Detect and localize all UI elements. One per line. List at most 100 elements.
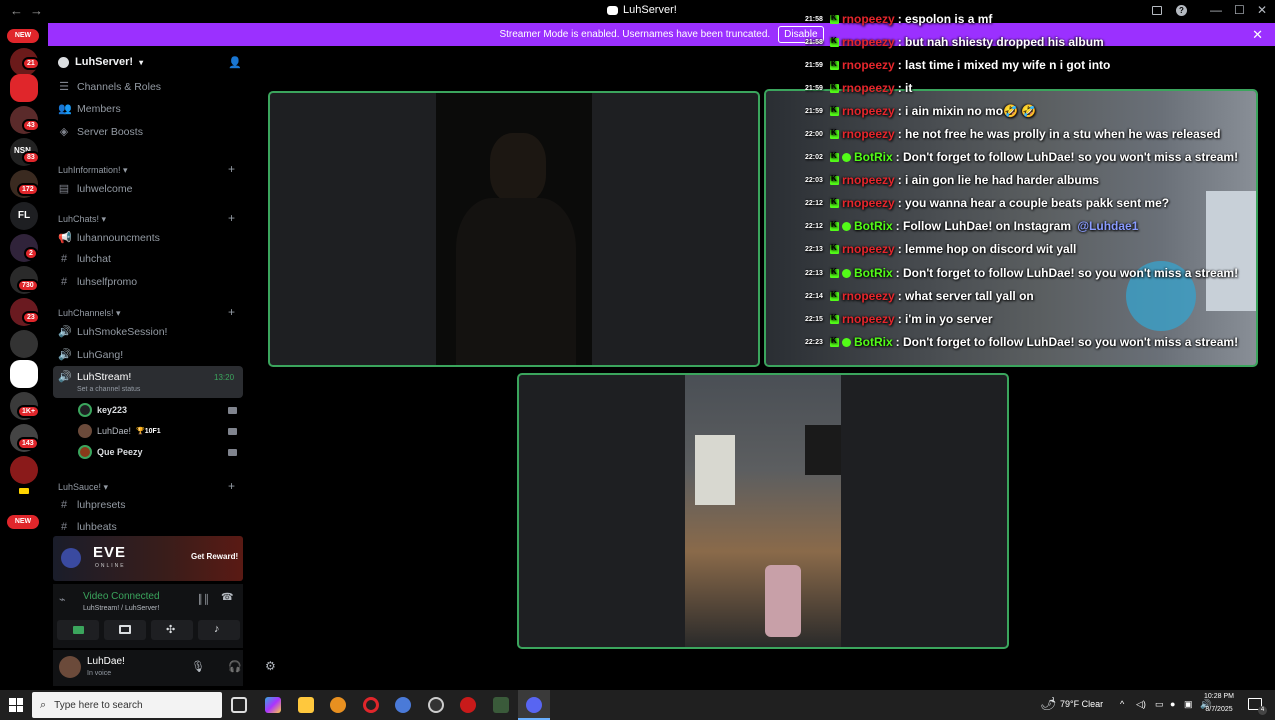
settings-gear-icon[interactable]: ⚙ bbox=[265, 659, 276, 673]
copilot-icon[interactable] bbox=[265, 697, 281, 713]
chat-username[interactable]: BotRix bbox=[854, 335, 893, 349]
chat-username[interactable]: rnopeezy bbox=[842, 289, 895, 303]
kick-badge-icon bbox=[830, 174, 839, 185]
activities-button[interactable]: ✣ bbox=[151, 620, 193, 640]
channel-item[interactable]: # luhpresets bbox=[58, 499, 126, 511]
voice-user[interactable]: Que Peezy bbox=[78, 445, 143, 459]
voice-channel-item[interactable]: 🔊 LuhSmokeSession! bbox=[58, 325, 167, 339]
connection-channel[interactable]: LuhStream! / LuhServer! bbox=[83, 605, 159, 612]
channels-roles-item[interactable]: ☰ Channels & Roles bbox=[58, 80, 161, 94]
screen-share-button[interactable] bbox=[104, 620, 146, 640]
camera-toggle-button[interactable] bbox=[57, 620, 99, 640]
weather-text[interactable]: 79°F Clear bbox=[1060, 699, 1103, 709]
category-name: LuhChannels! bbox=[58, 308, 114, 318]
clock-time[interactable]: 10:28 PM bbox=[1203, 693, 1235, 700]
chat-message: 22:00 rnopeezy: he not free he was prolly… bbox=[805, 127, 1220, 141]
chat-username[interactable]: rnopeezy bbox=[842, 127, 895, 141]
server-boosts-item[interactable]: ◈ Server Boosts bbox=[58, 125, 143, 139]
server-icon[interactable] bbox=[10, 360, 38, 388]
chat-username[interactable]: rnopeezy bbox=[842, 12, 895, 26]
soundboard-button[interactable]: ♪ bbox=[198, 620, 240, 640]
active-channel-row[interactable]: 🔊 LuhStream! bbox=[58, 370, 131, 384]
chat-username[interactable]: rnopeezy bbox=[842, 196, 895, 210]
server-logo-icon bbox=[58, 56, 69, 68]
category-header[interactable]: LuhInformation! ▾ bbox=[58, 165, 128, 176]
chat-username[interactable]: rnopeezy bbox=[842, 104, 895, 118]
microphone-tray-icon[interactable]: ● bbox=[1170, 699, 1175, 709]
opera-icon[interactable] bbox=[363, 697, 379, 713]
voice-channel-item[interactable]: 🔊 LuhGang! bbox=[58, 348, 123, 362]
channel-status-prompt[interactable]: Set a channel status bbox=[77, 386, 140, 393]
chat-mention[interactable]: @Luhdae1 bbox=[1077, 219, 1138, 233]
back-arrow-icon[interactable]: ← bbox=[10, 3, 23, 18]
microphone-icon[interactable]: 🎙 bbox=[191, 660, 205, 673]
chat-username[interactable]: rnopeezy bbox=[842, 242, 895, 256]
connection-status: Video Connected bbox=[83, 591, 160, 602]
chat-username[interactable]: rnopeezy bbox=[842, 312, 895, 326]
taskbar-search[interactable]: ⌕ Type here to search bbox=[32, 692, 222, 718]
chat-username[interactable]: BotRix bbox=[854, 150, 893, 164]
category-header[interactable]: LuhChannels! ▾ bbox=[58, 308, 121, 319]
disconnect-icon[interactable]: ☎ bbox=[221, 592, 233, 603]
task-view-icon[interactable] bbox=[231, 697, 247, 713]
chat-message: 22:12 rnopeezy: you wanna hear a couple b… bbox=[805, 196, 1169, 210]
channel-item[interactable]: 📢 luhannouncments bbox=[58, 231, 160, 245]
server-icon[interactable] bbox=[10, 74, 38, 102]
username: LuhDae! bbox=[97, 426, 132, 436]
chevron-up-icon[interactable]: ^ bbox=[1120, 699, 1124, 709]
chat-text: : lemme hop on discord wit yall bbox=[897, 242, 1077, 256]
server-icon[interactable] bbox=[10, 456, 38, 484]
windows-start-icon[interactable] bbox=[9, 698, 23, 712]
add-channel-icon[interactable]: + bbox=[228, 162, 235, 176]
chat-username[interactable]: rnopeezy bbox=[842, 173, 895, 187]
add-channel-icon[interactable]: + bbox=[228, 479, 235, 493]
server-fl[interactable]: FL bbox=[10, 202, 38, 230]
window-title: LuhServer! bbox=[607, 4, 677, 16]
server-icon[interactable] bbox=[10, 330, 38, 358]
chat-username[interactable]: rnopeezy bbox=[842, 81, 895, 95]
add-channel-icon[interactable]: + bbox=[228, 305, 235, 319]
server-name-header[interactable]: LuhServer! ▾ bbox=[58, 56, 143, 68]
channel-item[interactable]: # luhselfpromo bbox=[58, 276, 137, 288]
voice-user[interactable]: LuhDae! 🏆10F1 bbox=[78, 424, 161, 438]
network-icon[interactable]: ▣ bbox=[1184, 699, 1193, 710]
add-channel-icon[interactable]: + bbox=[228, 211, 235, 225]
app-icon[interactable] bbox=[493, 697, 509, 713]
volume-icon[interactable]: ◁) bbox=[1136, 699, 1146, 710]
current-username[interactable]: LuhDae! bbox=[87, 656, 125, 667]
voice-user[interactable]: key223 bbox=[78, 403, 127, 417]
signal-icon[interactable]: ⌁ bbox=[59, 593, 66, 606]
mention-badge: 143 bbox=[17, 437, 39, 450]
weather-icon[interactable]: 🌶 bbox=[1040, 696, 1057, 712]
clock-date[interactable]: 8/7/2025 bbox=[1200, 706, 1238, 713]
noise-suppression-icon[interactable]: ║║ bbox=[197, 594, 210, 604]
chat-username[interactable]: rnopeezy bbox=[842, 35, 895, 49]
members-item[interactable]: 👥 Members bbox=[58, 102, 121, 116]
category-header[interactable]: LuhSauce! ▾ bbox=[58, 482, 108, 493]
add-member-icon[interactable]: 👤 bbox=[228, 56, 242, 69]
folder-icon[interactable] bbox=[19, 488, 29, 494]
video-tile-top-left[interactable] bbox=[268, 91, 760, 367]
channel-name: luhpresets bbox=[77, 499, 126, 511]
chat-username[interactable]: BotRix bbox=[854, 219, 893, 233]
app-icon[interactable] bbox=[428, 697, 444, 713]
channel-item[interactable]: ▤ luhwelcome bbox=[58, 182, 133, 196]
chat-timestamp: 22:13 bbox=[805, 245, 823, 253]
avatar[interactable] bbox=[59, 656, 81, 678]
channel-item[interactable]: # luhbeats bbox=[58, 521, 117, 533]
headphones-icon[interactable]: 🎧 bbox=[228, 660, 242, 673]
category-header[interactable]: LuhChats! ▾ bbox=[58, 214, 106, 225]
forward-arrow-icon[interactable]: → bbox=[30, 3, 43, 18]
video-tile-bottom[interactable] bbox=[517, 373, 1009, 649]
file-explorer-icon[interactable] bbox=[298, 697, 314, 713]
get-reward-button[interactable]: Get Reward! bbox=[191, 552, 238, 561]
browser-icon[interactable] bbox=[330, 697, 346, 713]
display-icon[interactable]: ▭ bbox=[1155, 699, 1164, 710]
promo-banner[interactable]: EVE ONLINE Get Reward! bbox=[53, 536, 243, 581]
chat-username[interactable]: BotRix bbox=[854, 266, 893, 280]
chat-username[interactable]: rnopeezy bbox=[842, 58, 895, 72]
channel-item[interactable]: # luhchat bbox=[58, 253, 111, 265]
app-icon[interactable] bbox=[460, 697, 476, 713]
discord-taskbar-button[interactable] bbox=[518, 690, 550, 720]
app-icon[interactable] bbox=[395, 697, 411, 713]
